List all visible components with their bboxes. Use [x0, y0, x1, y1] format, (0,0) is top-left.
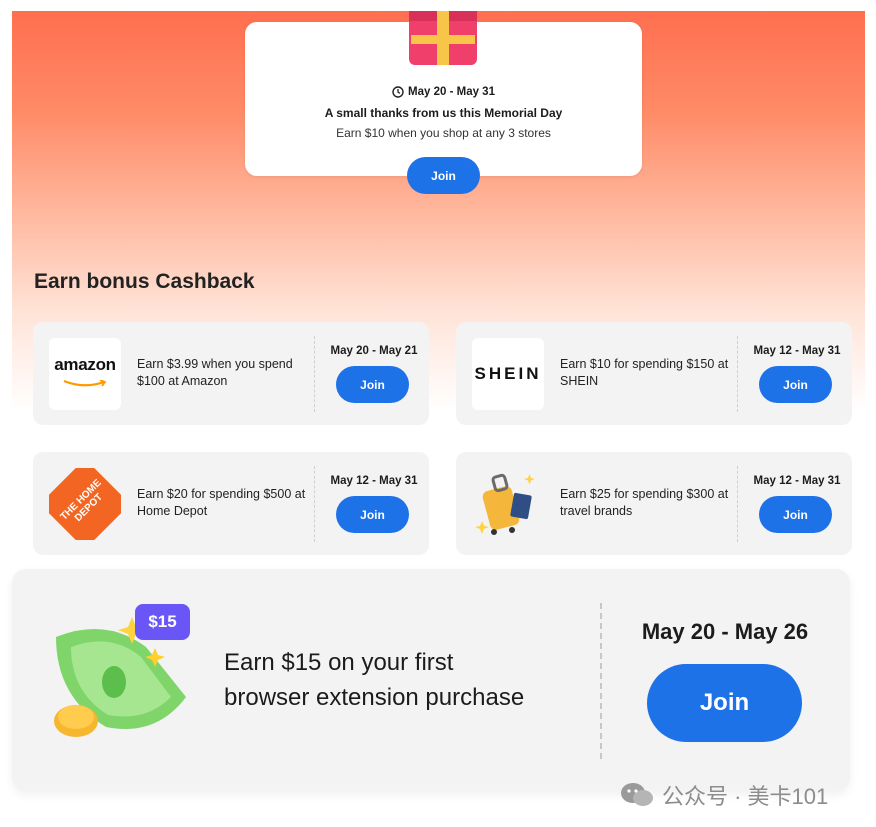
- luggage-icon: [472, 468, 544, 540]
- offer-card-shein: SHEIN Earn $10 for spending $150 at SHEI…: [456, 322, 852, 425]
- watermark-text: 公众号 · 美卡101: [662, 784, 829, 809]
- promo-date: May 20 - May 31: [245, 86, 642, 98]
- reward-badge: $15: [135, 604, 190, 640]
- offer-description: Earn $20 for spending $500 at Home Depot: [137, 487, 306, 518]
- offer-description: Earn $3.99 when you spend $100 at Amazon: [137, 357, 293, 388]
- shein-logo: SHEIN: [472, 338, 544, 410]
- offer-date: May 20 - May 21: [330, 345, 418, 357]
- offer-date: May 12 - May 31: [330, 475, 418, 487]
- offer-card-home-depot: THE HOME DEPOT Earn $20 for spending $50…: [33, 452, 429, 555]
- home-depot-logo: THE HOME DEPOT: [49, 468, 121, 540]
- offer-description: Earn $25 for spending $300 at travel bra…: [560, 487, 729, 518]
- promo-join-button[interactable]: Join: [407, 157, 480, 194]
- browser-extension-offer-card: $15 Earn $15 on your first browser exten…: [12, 569, 850, 791]
- extension-title-line1: Earn $15 on your first: [224, 649, 454, 676]
- extension-join-button[interactable]: Join: [647, 664, 802, 742]
- join-button-shein[interactable]: Join: [759, 366, 832, 403]
- offer-date: May 12 - May 31: [753, 345, 841, 357]
- offer-description: Earn $10 for spending $150 at SHEIN: [560, 357, 729, 388]
- amazon-logo: amazon: [49, 338, 121, 410]
- wechat-icon: [621, 783, 653, 806]
- gift-box-icon: [409, 11, 477, 65]
- join-button-home-depot[interactable]: Join: [336, 496, 409, 533]
- divider: [314, 336, 315, 412]
- offer-card-travel: Earn $25 for spending $300 at travel bra…: [456, 452, 852, 555]
- amazon-smile-icon: [63, 379, 107, 387]
- clock-icon: [392, 86, 404, 98]
- divider: [737, 466, 738, 542]
- offer-card-amazon: amazon Earn $3.99 when you spend $100 at…: [33, 322, 429, 425]
- join-button-travel[interactable]: Join: [759, 496, 832, 533]
- divider: [600, 603, 602, 759]
- extension-title-line2: browser extension purchase: [224, 684, 525, 711]
- promo-subtitle: Earn $10 when you shop at any 3 stores: [336, 126, 551, 140]
- extension-offer-title: Earn $15 on your first browser extension…: [224, 645, 584, 715]
- section-title: Earn bonus Cashback: [34, 270, 255, 293]
- offer-date: May 12 - May 31: [753, 475, 841, 487]
- watermark: 公众号 · 美卡101: [620, 779, 828, 811]
- promo-date-text: May 20 - May 31: [408, 86, 495, 98]
- promo-title: A small thanks from us this Memorial Day: [324, 106, 563, 120]
- divider: [737, 336, 738, 412]
- join-button-amazon[interactable]: Join: [336, 366, 409, 403]
- divider: [314, 466, 315, 542]
- extension-offer-date: May 20 - May 26: [641, 619, 809, 644]
